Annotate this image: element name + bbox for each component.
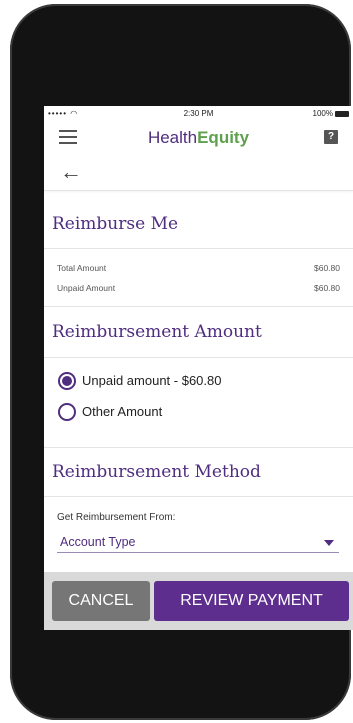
divider [44, 306, 353, 307]
phone-frame: ••••• ◠ 2:30 PM 100% HealthEquity ? ← Re… [10, 4, 353, 720]
radio-button-unselected[interactable] [58, 403, 76, 421]
divider [44, 447, 353, 448]
unpaid-amount-value: $60.80 [314, 283, 340, 293]
account-type-select-value: Account Type [60, 535, 136, 549]
get-reimbursement-from-label: Get Reimbursement From: [57, 512, 176, 523]
review-payment-button[interactable]: REVIEW PAYMENT [154, 581, 349, 621]
radio-other-amount-label: Other Amount [82, 404, 163, 419]
status-bar: ••••• ◠ 2:30 PM 100% [44, 106, 353, 120]
total-amount-label: Total Amount [57, 263, 107, 273]
radio-button-selected[interactable] [58, 372, 76, 390]
action-footer: CANCEL REVIEW PAYMENT [44, 572, 353, 630]
radio-unpaid-amount-label: Unpaid amount - $60.80 [82, 373, 222, 388]
help-icon[interactable]: ? [324, 130, 338, 144]
dropdown-caret-icon [324, 540, 334, 546]
account-type-select[interactable]: Account Type [57, 532, 339, 553]
back-arrow-icon[interactable]: ← [60, 159, 82, 185]
battery-icon [335, 110, 349, 117]
healthequity-logo: HealthEquity [147, 128, 250, 147]
back-row: ← [44, 154, 353, 191]
cancel-button[interactable]: CANCEL [52, 581, 150, 621]
unpaid-amount-label: Unpaid Amount [57, 283, 116, 293]
divider [44, 357, 353, 358]
app-screen: ••••• ◠ 2:30 PM 100% HealthEquity ? ← Re… [44, 106, 353, 630]
status-time: 2:30 PM [183, 109, 214, 118]
total-amount-row: Total Amount $60.80 [57, 263, 340, 273]
divider [44, 248, 353, 249]
reimburse-me-title: Reimburse Me [52, 214, 179, 234]
total-amount-value: $60.80 [314, 263, 340, 273]
unpaid-amount-row: Unpaid Amount $60.80 [57, 283, 340, 293]
reimbursement-method-title: Reimbursement Method [52, 462, 261, 482]
battery-indicator: 100% [313, 109, 349, 118]
reimbursement-amount-title: Reimbursement Amount [52, 322, 262, 342]
divider [44, 496, 353, 497]
app-header: HealthEquity ? [44, 120, 353, 154]
